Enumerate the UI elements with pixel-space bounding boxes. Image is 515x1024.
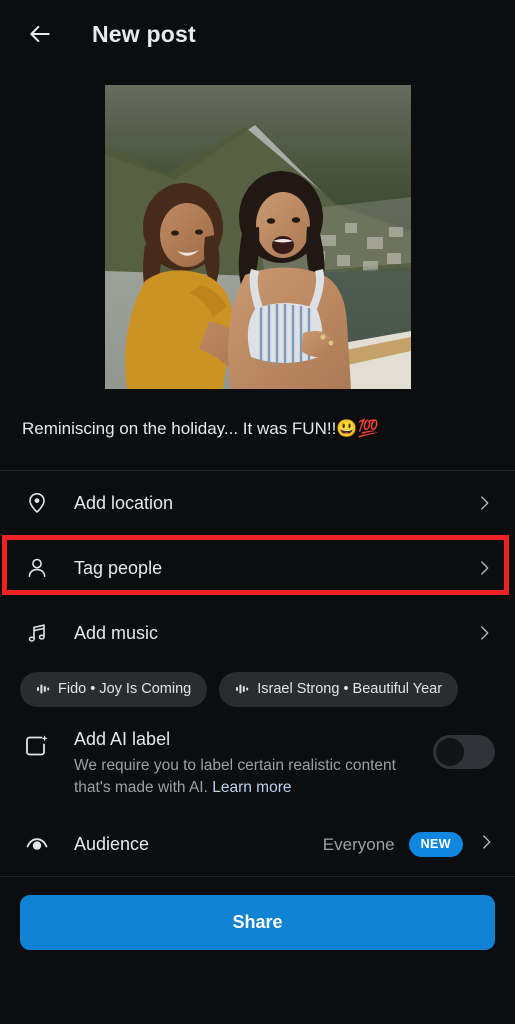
toggle-knob xyxy=(436,737,464,766)
caption-emoji-smile: 😃 xyxy=(336,419,358,438)
audio-wave-icon xyxy=(235,682,249,696)
audience-row[interactable]: Audience Everyone NEW xyxy=(0,814,515,876)
app-header: New post xyxy=(0,0,515,68)
person-icon xyxy=(22,553,52,583)
page-title: New post xyxy=(92,20,196,47)
music-chip-1[interactable]: Fido • Joy Is Coming xyxy=(20,671,208,707)
post-photo[interactable] xyxy=(104,85,411,389)
music-chip-1-label: Fido • Joy Is Coming xyxy=(58,681,192,698)
option-label-add-music: Add music xyxy=(74,622,159,643)
post-photo-container xyxy=(0,85,515,389)
audience-new-badge: NEW xyxy=(408,832,463,858)
option-label-add-location: Add location xyxy=(74,492,174,513)
ai-label-section: Add AI label We require you to label cer… xyxy=(0,707,515,800)
ai-label-text-block: Add AI label We require you to label cer… xyxy=(74,729,433,800)
music-note-icon xyxy=(22,618,52,648)
ai-label-toggle[interactable] xyxy=(433,734,495,769)
caption-text: Reminiscing on the holiday... It was FUN… xyxy=(22,419,337,438)
option-row-add-music[interactable]: Add music xyxy=(0,601,515,666)
share-button[interactable]: Share xyxy=(20,894,495,950)
ai-sparkle-square-icon xyxy=(22,732,52,765)
music-suggestion-chips: Fido • Joy Is Coming Israel Strong • Bea… xyxy=(0,666,515,707)
eye-icon xyxy=(22,832,52,858)
option-label-tag-people: Tag people xyxy=(74,557,163,578)
share-button-container: Share xyxy=(0,877,515,950)
audience-value: Everyone xyxy=(322,834,395,854)
chevron-right-icon xyxy=(473,557,495,579)
post-options-list: Add location Tag people Add music xyxy=(0,471,515,666)
ai-label-description-wrapper: We require you to label certain realisti… xyxy=(74,755,421,800)
audio-wave-icon xyxy=(36,682,50,696)
caption-emoji-hundred: 💯 xyxy=(357,419,379,438)
chevron-right-icon xyxy=(473,622,495,644)
post-caption[interactable]: Reminiscing on the holiday... It was FUN… xyxy=(0,417,515,441)
ai-label-title: Add AI label xyxy=(74,728,171,749)
post-photo-image xyxy=(104,85,411,389)
music-chip-2-label: Israel Strong • Beautiful Year xyxy=(257,681,443,698)
chevron-right-icon xyxy=(477,833,495,856)
chevron-right-icon xyxy=(473,492,495,514)
back-button[interactable] xyxy=(20,14,60,54)
option-row-add-location[interactable]: Add location xyxy=(0,471,515,536)
audience-label: Audience xyxy=(74,834,150,855)
music-chip-2[interactable]: Israel Strong • Beautiful Year xyxy=(219,671,459,707)
option-row-tag-people[interactable]: Tag people xyxy=(0,536,515,601)
location-pin-icon xyxy=(22,488,52,518)
arrow-left-icon xyxy=(30,25,50,43)
learn-more-link[interactable]: Learn more xyxy=(212,779,291,796)
